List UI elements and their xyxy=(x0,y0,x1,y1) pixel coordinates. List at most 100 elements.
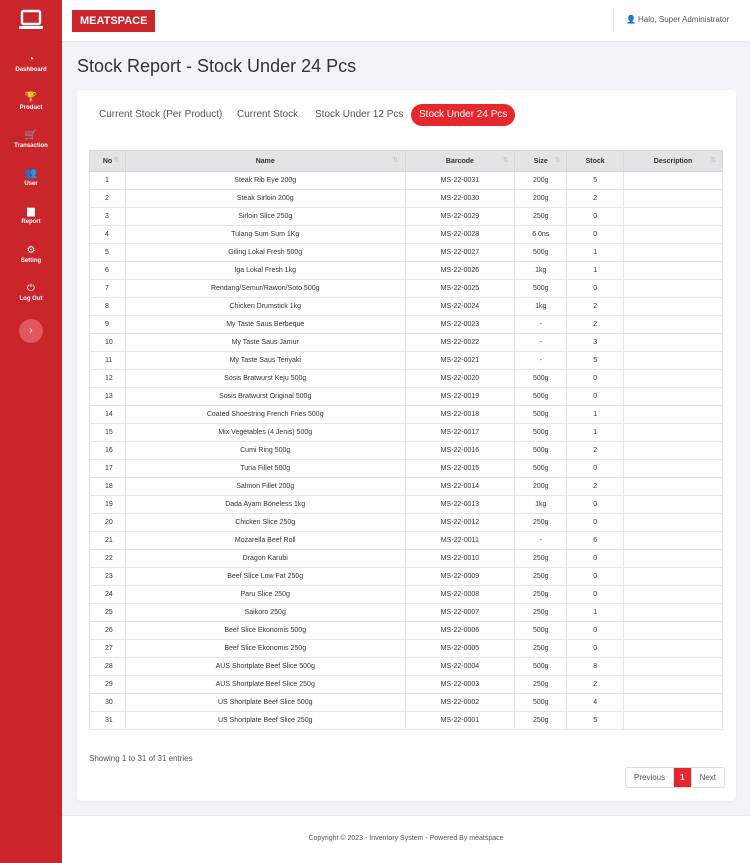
cell-description xyxy=(623,387,723,406)
cell-name: Rendang/Semur/Rawon/Soto 500g xyxy=(124,279,406,298)
table-row: 23 Beef Slice Low Fat 250g MS-22-0009 250g 0 xyxy=(89,567,723,586)
cell-barcode: MS-22-0010 xyxy=(404,549,516,568)
column-header-name[interactable]: Name ⇅ xyxy=(124,150,406,172)
cell-size: 500g xyxy=(514,405,568,424)
column-header-barcode[interactable]: Barcode ⇅ xyxy=(404,150,516,172)
cell-description xyxy=(623,495,723,514)
next-page-button[interactable]: Next xyxy=(690,768,724,787)
table-row: 1 Steak Rib Eye 200g MS-22-0031 200g 5 xyxy=(89,171,723,190)
cell-size: 200g xyxy=(514,477,568,496)
cell-description xyxy=(623,441,723,460)
column-header-stock[interactable]: Stock xyxy=(566,150,625,172)
table-row: 16 Cumi Ring 500g MS-22-0016 500g 2 xyxy=(89,441,723,460)
column-header-size[interactable]: Size ⇅ xyxy=(514,150,568,172)
tab-current-stock[interactable]: Current Stock xyxy=(237,104,298,126)
cell-barcode: MS-22-0026 xyxy=(404,261,516,280)
sidebar-item-label: Dashboard xyxy=(15,67,47,73)
cell-barcode: MS-22-0002 xyxy=(404,693,516,712)
chart-icon: ▆ xyxy=(27,206,35,217)
sidebar-item-label: Report xyxy=(21,219,41,225)
cell-barcode: MS-22-0019 xyxy=(404,387,516,406)
cell-name: Giling Lokal Fresh 500g xyxy=(124,243,406,262)
cell-size: 500g xyxy=(514,621,568,640)
cell-stock: 2 xyxy=(566,315,625,334)
tab-stock-under-12[interactable]: Stock Under 12 Pcs xyxy=(315,104,403,126)
sort-icon: ⇅ xyxy=(113,157,119,164)
cell-no: 23 xyxy=(89,567,126,586)
cell-size: - xyxy=(514,333,568,352)
cell-description xyxy=(623,711,723,730)
sidebar-item-product[interactable]: 🏆 Product xyxy=(0,92,62,113)
navbar-divider xyxy=(613,8,614,32)
page-1-button[interactable]: 1 xyxy=(674,768,691,787)
footer: Copyright © 2023 - Inventory System - Po… xyxy=(62,815,750,863)
cell-description xyxy=(623,675,723,694)
column-header-no[interactable]: No ⇅ xyxy=(89,150,126,172)
table-row: 28 AUS Shortplate Beef Slice 500g MS-22-00… xyxy=(89,657,723,676)
cell-no: 20 xyxy=(89,513,126,532)
cell-description xyxy=(623,369,723,388)
cell-no: 31 xyxy=(89,711,126,730)
users-icon: 👥 xyxy=(24,168,38,179)
cell-stock: 2 xyxy=(566,477,625,496)
sidebar-item-setting[interactable]: ⚙ Setting xyxy=(0,245,62,266)
cell-no: 12 xyxy=(89,369,126,388)
table-row: 7 Rendang/Semur/Rawon/Soto 500g MS-22-0025… xyxy=(89,279,723,298)
column-header-description[interactable]: Description ⇅ xyxy=(623,150,723,172)
table-row: 30 US Shortplate Beef Slice 500g MS-22-000… xyxy=(89,693,723,712)
tab-current-stock-per-product[interactable]: Current Stock (Per Product) xyxy=(99,104,222,126)
sidebar-item-log-out[interactable]: ⏻ Log Out xyxy=(0,283,62,304)
table-row: 20 Chicken Slice 250g MS-22-0012 250g 0 xyxy=(89,513,723,532)
cell-stock: 2 xyxy=(566,441,625,460)
sidebar-item-transaction[interactable]: 🛒 Transaction xyxy=(0,130,62,151)
cell-size: 250g xyxy=(514,207,568,226)
report-card: Current Stock (Per Product) Current Stoc… xyxy=(77,90,736,801)
sidebar-item-label: User xyxy=(24,181,38,187)
cell-no: 16 xyxy=(89,441,126,460)
cell-stock: 0 xyxy=(566,459,625,478)
cell-name: Steak Sirloin 200g xyxy=(124,189,406,208)
sidebar-item-user[interactable]: 👥 User xyxy=(0,168,62,189)
cell-barcode: MS-22-0025 xyxy=(404,279,516,298)
cell-name: Cumi Ring 500g xyxy=(124,441,406,460)
cell-description xyxy=(623,315,723,334)
sidebar-item-dashboard[interactable]: ◔ Dashboard xyxy=(0,54,62,75)
brand-logo[interactable]: MEATSPACE xyxy=(72,10,155,32)
cell-no: 11 xyxy=(89,351,126,370)
table-row: 19 Dada Ayam Boneless 1kg MS-22-0013 1kg 0 xyxy=(89,495,723,514)
cell-barcode: MS-22-0027 xyxy=(404,243,516,262)
cell-name: Steak Rib Eye 200g xyxy=(124,171,406,190)
cell-stock: 0 xyxy=(566,639,625,658)
cell-barcode: MS-22-0015 xyxy=(404,459,516,478)
trophy-icon: 🏆 xyxy=(24,92,38,103)
table-row: 9 My Taste Saus Berbeque MS-22-0023-2 xyxy=(89,315,723,334)
cell-no: 14 xyxy=(89,405,126,424)
tab-stock-under-24[interactable]: Stock Under 24 Pcs xyxy=(411,104,516,126)
user-menu[interactable]: 👤 Halo, Super Administrator xyxy=(626,15,729,24)
cell-stock: 0 xyxy=(566,585,625,604)
table-row: 29 AUS Shortplate Beef Slice 250g MS-22-00… xyxy=(89,675,723,694)
sidebar-toggle-button[interactable]: › xyxy=(19,319,43,343)
pagination: Previous 1 Next xyxy=(625,767,726,788)
cell-size: - xyxy=(514,351,568,370)
cell-description xyxy=(623,189,723,208)
table-row: 15 Mix Vegetables (4 Jenis) 500g MS-22-001… xyxy=(89,423,723,442)
cell-stock: 2 xyxy=(566,189,625,208)
cell-barcode: MS-22-0012 xyxy=(404,513,516,532)
sidebar-item-label: Log Out xyxy=(19,296,43,302)
cell-barcode: MS-22-0018 xyxy=(404,405,516,424)
cell-size: 250g xyxy=(514,513,568,532)
previous-page-button[interactable]: Previous xyxy=(626,768,675,787)
cell-name: AUS Shortplate Beef Slice 250g xyxy=(124,675,406,694)
sidebar-item-report[interactable]: ▆ Report xyxy=(0,206,62,227)
cell-stock: 0 xyxy=(566,369,625,388)
cell-no: 10 xyxy=(89,333,126,352)
cell-name: Sosis Bratwurst Original 500g xyxy=(124,387,406,406)
cell-size: 500g xyxy=(514,279,568,298)
cell-size: 200g xyxy=(514,171,568,190)
table-row: 14 Coated Shoestring French Fries 500g MS-… xyxy=(89,405,723,424)
cell-description xyxy=(623,693,723,712)
laptop-logo-icon[interactable] xyxy=(18,9,44,31)
sort-icon: ⇅ xyxy=(710,157,716,164)
table-row: 3 Sirloin Slice 250g MS-22-0029 250g 0 xyxy=(89,207,723,226)
